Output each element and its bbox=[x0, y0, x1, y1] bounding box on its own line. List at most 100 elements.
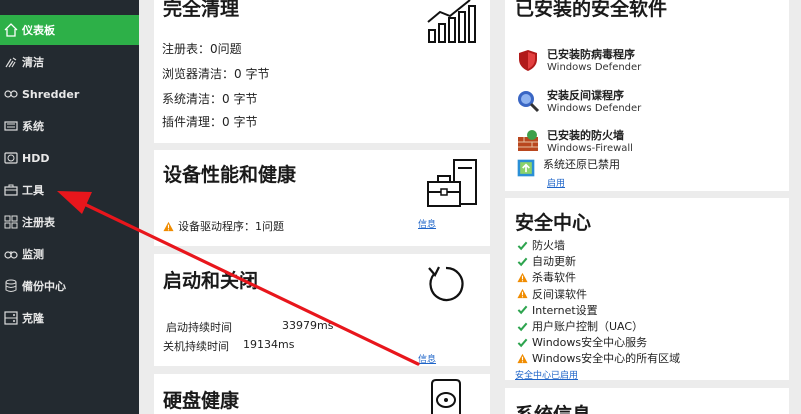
sidebar-item-tools[interactable]: 工具 bbox=[0, 175, 139, 205]
check-icon bbox=[516, 239, 528, 251]
security-center-item: 防火墙 bbox=[516, 238, 565, 252]
startup-panel: 启动和关闭 启动持续时间 33979ms 关机持续时间 19134ms 信息 bbox=[154, 254, 490, 366]
antispyware-icon bbox=[518, 91, 540, 113]
antivirus-row: 已安装防病毒程序 Windows Defender bbox=[516, 48, 641, 74]
security-center-item-label: 自动更新 bbox=[532, 255, 576, 269]
shutdown-duration-label: 关机持续时间 bbox=[163, 340, 229, 353]
sidebar-item-clean[interactable]: 清洁 bbox=[0, 47, 139, 77]
scrollbar[interactable] bbox=[789, 0, 801, 414]
firewall-icon bbox=[518, 130, 538, 151]
device-driver-status: 设备驱动程序：1问题 bbox=[163, 218, 284, 234]
device-driver-text: 设备驱动程序：1问题 bbox=[178, 220, 284, 233]
device-title: 设备性能和健康 bbox=[163, 164, 297, 186]
chart-growth-icon bbox=[427, 0, 476, 43]
check-icon bbox=[516, 336, 528, 348]
registry-icon bbox=[2, 213, 20, 231]
sidebar-item-registry[interactable]: 注册表 bbox=[0, 207, 139, 237]
security-center-item-label: Windows安全中心的所有区域 bbox=[532, 352, 681, 366]
security-center-item-label: Internet设置 bbox=[532, 303, 598, 317]
shredder-icon bbox=[2, 85, 20, 103]
cleanup-system: 系统清洁：0 字节 bbox=[162, 92, 258, 106]
security-center-item-label: 反间谍软件 bbox=[532, 287, 587, 301]
warning-icon bbox=[516, 271, 528, 283]
check-icon bbox=[516, 255, 528, 267]
security-center-item: Windows安全中心服务 bbox=[516, 335, 647, 349]
sidebar-item-shredder[interactable]: Shredder bbox=[0, 79, 139, 109]
sidebar-item-label: 克隆 bbox=[22, 312, 44, 325]
monitor-icon bbox=[2, 245, 20, 263]
cleanup-plugin: 插件清理：0 字节 bbox=[162, 115, 258, 129]
system-restore-enable-link[interactable]: 启用 bbox=[547, 176, 565, 189]
sidebar-item-label: 工具 bbox=[22, 184, 44, 197]
security-center-item: 用户账户控制（UAC） bbox=[516, 319, 643, 333]
sidebar-item-label: 监测 bbox=[22, 248, 44, 261]
security-software-title: 已安装的安全软件 bbox=[515, 0, 668, 20]
sidebar-item-label: 清洁 bbox=[22, 56, 44, 69]
boot-duration-label: 启动持续时间 bbox=[166, 321, 232, 334]
sidebar-item-label: 備份中心 bbox=[22, 280, 66, 293]
warning-icon bbox=[516, 352, 528, 364]
disk-panel: 硬盘健康 bbox=[154, 374, 490, 414]
broom-icon bbox=[2, 53, 20, 71]
clone-icon bbox=[2, 309, 20, 327]
check-icon bbox=[516, 320, 528, 332]
cleanup-registry: 注册表：0问题 bbox=[162, 42, 242, 56]
toolbox-computer-icon bbox=[427, 159, 477, 207]
sidebar-item-dashboard[interactable]: 仪表板 bbox=[0, 15, 139, 45]
sidebar-item-label: HDD bbox=[22, 151, 50, 165]
hdd-icon bbox=[2, 149, 20, 167]
system-restore-status: 系统还原已禁用 bbox=[543, 158, 620, 171]
security-center-item: 杀毒软件 bbox=[516, 270, 576, 284]
antispyware-name: 安装反间谍程序 bbox=[547, 89, 624, 102]
backup-icon bbox=[2, 277, 20, 295]
device-panel: 设备性能和健康 设备驱动程序：1问题 信息 bbox=[154, 150, 490, 246]
security-center-item: 反间谍软件 bbox=[516, 287, 587, 301]
disk-title: 硬盘健康 bbox=[163, 390, 240, 412]
check-icon bbox=[516, 304, 528, 316]
security-center-item: Internet设置 bbox=[516, 303, 598, 317]
sidebar-item-monitor[interactable]: 监测 bbox=[0, 239, 139, 269]
startup-title: 启动和关闭 bbox=[163, 270, 259, 292]
security-center-item-label: 防火墙 bbox=[532, 239, 565, 252]
system-info-panel: 系统信息 bbox=[505, 388, 789, 414]
sidebar-item-hdd[interactable]: HDD bbox=[0, 143, 139, 173]
restore-icon bbox=[517, 159, 535, 177]
security-software-panel: 已安装的安全软件 已安装防病毒程序 Windows Defender 安装反间谍… bbox=[505, 0, 789, 191]
antivirus-name: 已安装防病毒程序 bbox=[547, 48, 635, 61]
security-center-item-label: Windows安全中心服务 bbox=[532, 336, 648, 350]
firewall-product: Windows-Firewall bbox=[547, 143, 633, 154]
sidebar-item-label: 系统 bbox=[22, 120, 44, 133]
security-center-item-label: 用户账户控制（UAC） bbox=[532, 320, 644, 333]
sidebar-item-label: 注册表 bbox=[22, 216, 55, 229]
startup-info-link[interactable]: 信息 bbox=[418, 352, 436, 365]
power-cycle-icon bbox=[428, 266, 464, 302]
security-center-panel: 安全中心 防火墙自动更新杀毒软件反间谍软件 Internet设置用户账户控制（UA… bbox=[505, 198, 789, 381]
sidebar-item-label: Shredder bbox=[22, 87, 80, 101]
boot-duration-value: 33979ms bbox=[282, 319, 334, 332]
shield-icon bbox=[519, 50, 537, 71]
antispyware-product: Windows Defender bbox=[547, 103, 642, 114]
cleanup-browser: 浏览器清洁：0 字节 bbox=[162, 67, 270, 81]
security-center-item-label: 杀毒软件 bbox=[532, 271, 576, 285]
firewall-name: 已安装的防火墙 bbox=[547, 129, 624, 142]
security-center-item: 自动更新 bbox=[516, 254, 576, 268]
system-restore-row: 系统还原已禁用 bbox=[516, 158, 620, 178]
hard-disk-icon bbox=[431, 379, 461, 414]
sidebar-item-system[interactable]: 系统 bbox=[0, 111, 139, 141]
security-center-enabled-link[interactable]: 安全中心已启用 bbox=[515, 368, 578, 381]
sidebar-item-clone[interactable]: 克隆 bbox=[0, 303, 139, 333]
antivirus-product: Windows Defender bbox=[547, 62, 642, 73]
security-center-item: Windows安全中心的所有区域 bbox=[516, 351, 680, 365]
sidebar: 仪表板 清洁 Shredder 系统 HDD 工具 注册表 监测 備份中心 克隆 bbox=[0, 0, 139, 414]
device-info-link[interactable]: 信息 bbox=[418, 217, 436, 230]
antispyware-row: 安装反间谍程序 Windows Defender bbox=[516, 89, 641, 115]
system-icon bbox=[2, 117, 20, 135]
sidebar-item-backup[interactable]: 備份中心 bbox=[0, 271, 139, 301]
sidebar-item-label: 仪表板 bbox=[22, 24, 55, 37]
system-info-title: 系统信息 bbox=[515, 400, 591, 414]
cleanup-panel: 完全清理 注册表：0问题 浏览器清洁：0 字节 系统清洁：0 字节 插件清理：0… bbox=[154, 0, 490, 143]
warning-icon bbox=[516, 288, 528, 300]
security-center-title: 安全中心 bbox=[515, 212, 592, 234]
shutdown-duration-value: 19134ms bbox=[243, 338, 295, 351]
toolbox-icon bbox=[2, 181, 20, 199]
